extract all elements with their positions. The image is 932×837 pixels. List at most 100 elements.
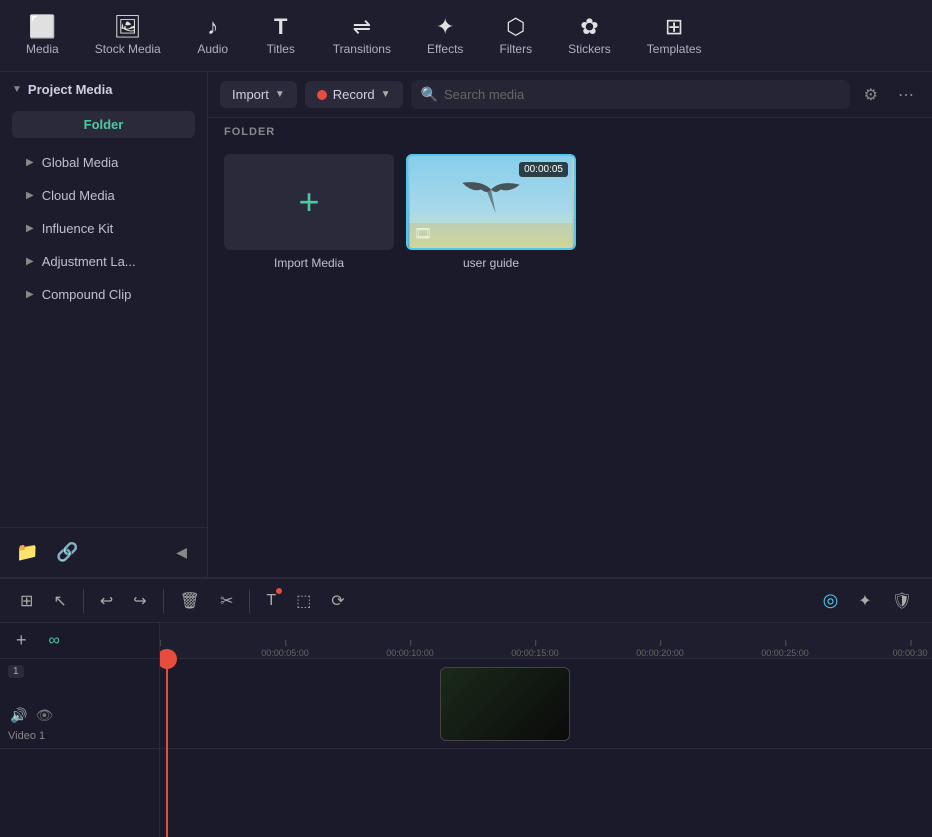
track-label-row-video1: 1 🔊 👁 Video 1 [0, 659, 159, 749]
sidebar-item-label-compound-clip: Compound Clip [42, 287, 132, 302]
sidebar-item-label-adjustment-la: Adjustment La... [42, 254, 136, 269]
nav-item-stock-media[interactable]: 🖼 Stock Media [81, 10, 175, 62]
nav-item-filters[interactable]: ⬡ Filters [485, 10, 546, 62]
record-dropdown-arrow-icon: ▼ [381, 89, 391, 100]
avatar-tool-button[interactable]: ◎ [815, 584, 847, 617]
record-dot-icon [317, 90, 327, 100]
main-area: ▼ Project Media Folder ▶ Global Media ▶ … [0, 72, 932, 577]
redo-button[interactable]: ↪ [125, 585, 154, 617]
audio-icon: ♪ [207, 16, 218, 38]
sidebar-item-adjustment-layer[interactable]: ▶ Adjustment La... [6, 246, 201, 277]
timeline-content[interactable]: 00:00 00:00:05:00 00:00:10:00 00:00:15:0… [160, 623, 932, 837]
templates-icon: ⊞ [665, 16, 683, 38]
record-button[interactable]: Record ▼ [305, 81, 403, 108]
delete-button[interactable]: 🗑 [172, 585, 208, 617]
nav-label-media: Media [26, 42, 59, 56]
tracks-add-row: + ∞ [0, 623, 159, 659]
eye-icon[interactable]: 👁 [33, 705, 55, 726]
playhead[interactable] [166, 659, 168, 837]
scissors-button[interactable]: ✂ [212, 585, 241, 617]
nav-label-filters: Filters [499, 42, 532, 56]
time-tick-10: 00:00:10:00 [386, 648, 434, 658]
film-icon: 🎞 [414, 225, 432, 242]
project-media-chevron[interactable]: ▼ [12, 84, 22, 95]
sidebar-header-label: Project Media [28, 82, 113, 97]
undo-button[interactable]: ↩ [92, 585, 121, 617]
nav-item-stickers[interactable]: ✿ Stickers [554, 10, 625, 62]
video-clip[interactable] [440, 667, 570, 741]
influence-kit-chevron-icon: ▶ [26, 223, 34, 234]
user-guide-label: user guide [463, 256, 519, 270]
import-button[interactable]: Import ▼ [220, 81, 297, 108]
nav-label-effects: Effects [427, 42, 463, 56]
nav-item-titles[interactable]: T Titles [251, 10, 311, 62]
sidebar-item-global-media[interactable]: ▶ Global Media [6, 147, 201, 178]
timeline-body: + ∞ 1 🔊 👁 Video 1 00:00 [0, 623, 932, 837]
adjustment-la-chevron-icon: ▶ [26, 256, 34, 267]
filter-icon[interactable]: ⚙ [858, 81, 884, 109]
nav-item-audio[interactable]: ♪ Audio [183, 10, 243, 62]
cloud-media-chevron-icon: ▶ [26, 190, 34, 201]
transitions-icon: ⇌ [353, 16, 371, 38]
track-icons: 🔊 👁 [8, 705, 151, 726]
link-folder-icon[interactable]: 🔗 [52, 538, 82, 567]
import-media-label: Import Media [274, 256, 344, 270]
video-track-label: Video 1 [8, 730, 151, 742]
select-tool-button[interactable]: ⊞ [12, 585, 41, 617]
nav-item-templates[interactable]: ⊞ Templates [633, 10, 716, 62]
collapse-sidebar-icon[interactable]: ◀ [168, 540, 195, 565]
crop-tool-button[interactable]: ⬚ [288, 585, 319, 617]
nav-label-titles: Titles [267, 42, 295, 56]
timeline-toolbar: ⊞ ↖ ↩ ↪ 🗑 ✂ T ⬚ ⟳ ◎ ✦ 🛡 [0, 579, 932, 623]
nav-label-transitions: Transitions [333, 42, 391, 56]
duration-badge: 00:00:05 [519, 162, 568, 177]
timeline-area: ⊞ ↖ ↩ ↪ 🗑 ✂ T ⬚ ⟳ ◎ ✦ 🛡 + ∞ [0, 577, 932, 837]
nav-label-audio: Audio [197, 42, 228, 56]
stickers-icon: ✿ [580, 16, 598, 38]
volume-icon[interactable]: 🔊 [8, 705, 29, 726]
add-folder-icon[interactable]: 📁 [12, 538, 42, 567]
user-guide-thumb[interactable]: 00:00:05 🎞 [406, 154, 576, 250]
track-number-badge: 1 [8, 665, 24, 678]
more-options-icon[interactable]: ⋯ [892, 81, 920, 109]
sparkle-tool-button[interactable]: ✦ [850, 585, 879, 617]
text-tool-button[interactable]: T [258, 586, 284, 616]
time-tick-5: 00:00:05:00 [261, 648, 309, 658]
media-item-user-guide[interactable]: 00:00:05 🎞 user guide [406, 154, 576, 270]
import-label: Import [232, 87, 269, 102]
media-item-import[interactable]: + Import Media [224, 154, 394, 270]
sidebar-item-influence-kit[interactable]: ▶ Influence Kit [6, 213, 201, 244]
timeline-tracks-header: + ∞ 1 🔊 👁 Video 1 [0, 623, 160, 837]
sidebar-item-compound-clip[interactable]: ▶ Compound Clip [6, 279, 201, 310]
sidebar-item-cloud-media[interactable]: ▶ Cloud Media [6, 180, 201, 211]
sidebar-bottom: 📁 🔗 ◀ [0, 527, 207, 577]
media-grid: + Import Media [208, 146, 932, 278]
cursor-tool-button[interactable]: ↖ [45, 585, 74, 617]
nav-label-stickers: Stickers [568, 42, 611, 56]
time-tick-30: 00:00:30 [892, 648, 927, 658]
content-area: Import ▼ Record ▼ 🔍 ⚙ ⋯ FOLDER + Imp [208, 72, 932, 577]
timeline-right-tools: ◎ ✦ 🛡 [815, 584, 920, 617]
rotate-tool-button[interactable]: ⟳ [323, 585, 352, 617]
nav-item-effects[interactable]: ✦ Effects [413, 10, 477, 62]
video-track-row [160, 659, 932, 749]
toolbar-separator-1 [83, 589, 84, 613]
nav-item-media[interactable]: ⬜ Media [12, 10, 73, 62]
sidebar-item-label-global-media: Global Media [42, 155, 119, 170]
time-ruler: 00:00 00:00:05:00 00:00:10:00 00:00:15:0… [160, 623, 932, 659]
media-icon: ⬜ [29, 16, 56, 38]
effects-icon: ✦ [436, 16, 454, 38]
link-track-button[interactable]: ∞ [41, 626, 68, 656]
search-input[interactable] [444, 87, 840, 102]
nav-label-stock-media: Stock Media [95, 42, 161, 56]
video-clip-inner [441, 668, 569, 740]
toolbar-separator-3 [249, 589, 250, 613]
import-media-thumb[interactable]: + [224, 154, 394, 250]
shield-tool-button[interactable]: 🛡 [884, 585, 920, 617]
nav-item-transitions[interactable]: ⇌ Transitions [319, 10, 405, 62]
titles-icon: T [274, 16, 287, 38]
folder-button[interactable]: Folder [12, 111, 195, 138]
add-track-button[interactable]: + [8, 624, 35, 657]
compound-clip-chevron-icon: ▶ [26, 289, 34, 300]
plus-icon: + [298, 181, 319, 223]
